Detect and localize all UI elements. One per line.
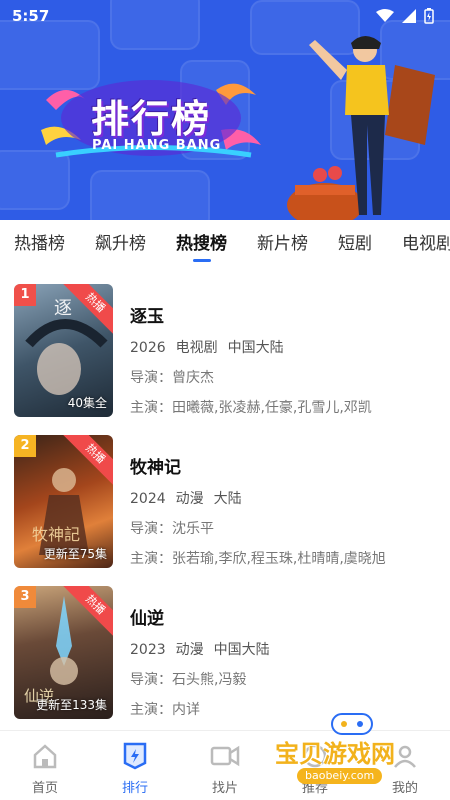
nav-label: 推荐 [301, 781, 328, 796]
item-cast: 主演：内详 [130, 702, 200, 718]
episode-count: 更新至133集 [36, 698, 107, 712]
list-item[interactable]: 逐 1 热播 40集全 逐玉 2026 电视剧 中国大陆 导演：曾庆杰 主演：田曦薇… [0, 284, 450, 419]
item-region: 中国大陆 [213, 642, 270, 658]
nav-label: 首页 [31, 781, 58, 796]
tab-label: 短剧 [338, 234, 372, 254]
status-bar: 5:57 [0, 0, 450, 32]
bottom-navigation: 首页 排行 找片 推荐 我的 [0, 730, 450, 800]
tab-label: 飙升榜 [95, 234, 146, 254]
home-icon [30, 741, 60, 771]
item-info: 逐玉 2026 电视剧 中国大陆 导演：曾庆杰 主演：田曦薇,张凌赫,任豪,孔雪儿,… [130, 284, 440, 417]
item-region: 中国大陆 [227, 340, 284, 356]
item-year: 2026 [130, 340, 166, 356]
hero-subtitle: PAI HANG BANG [92, 138, 222, 153]
signal-icon [402, 9, 416, 23]
item-cast: 主演：张若瑜,李欣,程玉珠,杜晴晴,虞晓旭 [130, 551, 386, 567]
item-info: 仙逆 2023 动漫 中国大陆 导演：石头熊,冯毅 主演：内详 [130, 586, 440, 719]
app-screen: 5:57 排行榜 PAI HANG BANG 热播榜 飙升榜 热搜榜 新片榜 短… [0, 0, 450, 800]
svg-text:牧神記: 牧神記 [32, 525, 80, 544]
nav-label: 我的 [391, 781, 418, 796]
recommend-icon [300, 741, 330, 771]
hero-title: 排行榜 [91, 97, 212, 141]
item-region: 大陆 [213, 491, 242, 507]
nav-profile[interactable]: 我的 [360, 731, 450, 800]
nav-label: 排行 [121, 781, 148, 796]
video-camera-icon [210, 741, 240, 771]
status-icons [376, 8, 434, 24]
tab-hot-search[interactable]: 热搜榜 [176, 220, 227, 268]
item-director: 导演：石头熊,冯毅 [130, 672, 247, 688]
item-year: 2024 [130, 491, 166, 507]
poster-image[interactable]: 仙逆 3 热播 更新至133集 [14, 586, 113, 719]
nav-label: 找片 [211, 781, 238, 796]
list-item[interactable]: 牧神記 2 热播 更新至75集 牧神记 2024 动漫 大陆 导演：沈乐平 主演：张… [0, 435, 450, 570]
item-category: 电视剧 [175, 340, 218, 356]
tab-hot-play[interactable]: 热播榜 [14, 220, 65, 268]
nav-find[interactable]: 找片 [180, 731, 270, 800]
item-category: 动漫 [175, 642, 204, 658]
rank-badge: 2 [14, 435, 36, 457]
tab-label: 热播榜 [14, 234, 65, 254]
item-director: 导演：沈乐平 [130, 521, 214, 537]
hero-logo: 排行榜 PAI HANG BANG [36, 70, 266, 170]
episode-count: 更新至75集 [43, 547, 107, 561]
tab-label: 新片榜 [257, 234, 308, 254]
mascot-illustration [287, 36, 435, 220]
poster-image[interactable]: 牧神記 2 热播 更新至75集 [14, 435, 113, 568]
active-tab-indicator [192, 259, 211, 262]
svg-text:逐: 逐 [54, 298, 72, 319]
poster-image[interactable]: 逐 1 热播 40集全 [14, 284, 113, 417]
item-title: 逐玉 [130, 307, 164, 327]
nav-recommend[interactable]: 推荐 [270, 731, 360, 800]
hero-banner[interactable]: 5:57 排行榜 PAI HANG BANG [0, 0, 450, 220]
item-info: 牧神记 2024 动漫 大陆 导演：沈乐平 主演：张若瑜,李欣,程玉珠,杜晴晴,虞晓… [130, 435, 440, 568]
item-meta: 2023 动漫 中国大陆 [130, 639, 440, 659]
rank-badge: 1 [14, 284, 36, 306]
tab-short-drama[interactable]: 短剧 [338, 220, 372, 268]
tab-tv-series[interactable]: 电视剧 [402, 220, 450, 268]
battery-icon [424, 8, 434, 24]
item-title: 牧神记 [130, 458, 181, 478]
episode-count: 40集全 [67, 396, 107, 410]
profile-icon [390, 741, 420, 771]
ranking-icon [120, 741, 150, 771]
nav-ranking[interactable]: 排行 [90, 731, 180, 800]
wifi-icon [376, 9, 394, 22]
tab-label: 电视剧 [402, 234, 450, 254]
tab-new-release[interactable]: 新片榜 [257, 220, 308, 268]
nav-home[interactable]: 首页 [0, 731, 90, 800]
item-category: 动漫 [175, 491, 204, 507]
tab-rising[interactable]: 飙升榜 [95, 220, 146, 268]
status-time: 5:57 [12, 7, 50, 25]
ranking-tabs: 热播榜 飙升榜 热搜榜 新片榜 短剧 电视剧 [0, 220, 450, 268]
list-item[interactable]: 仙逆 3 热播 更新至133集 仙逆 2023 动漫 中国大陆 导演：石头熊,冯毅 … [0, 586, 450, 721]
item-cast: 主演：田曦薇,张凌赫,任豪,孔雪儿,邓凯 [130, 400, 372, 416]
item-director: 导演：曾庆杰 [130, 370, 214, 386]
item-title: 仙逆 [130, 609, 164, 629]
tab-label: 热搜榜 [176, 234, 227, 254]
item-meta: 2024 动漫 大陆 [130, 488, 440, 508]
item-meta: 2026 电视剧 中国大陆 [130, 337, 440, 357]
rank-badge: 3 [14, 586, 36, 608]
item-year: 2023 [130, 642, 166, 658]
